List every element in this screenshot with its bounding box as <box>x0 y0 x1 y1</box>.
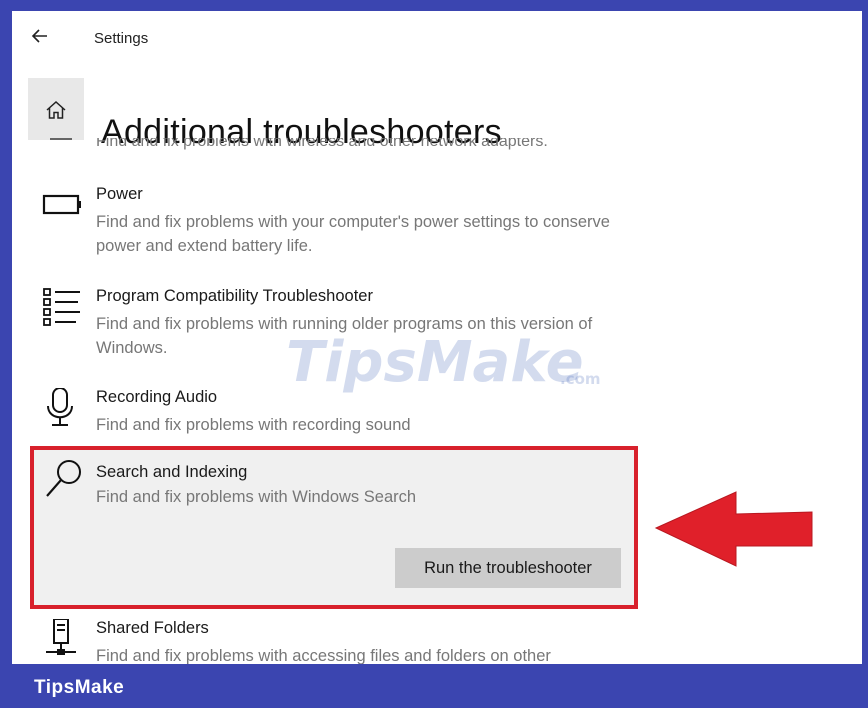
item-name: Power <box>96 185 143 203</box>
search-icon <box>43 457 87 501</box>
item-description: Find and fix problems with your computer… <box>96 213 610 255</box>
troubleshooter-item-shared-folders[interactable]: Shared Folders Find and fix problems wit… <box>40 619 640 665</box>
item-description: Find and fix problems with recording sou… <box>96 416 411 434</box>
microphone-icon <box>40 387 84 432</box>
battery-icon <box>40 185 84 229</box>
run-troubleshooter-button[interactable]: Run the troubleshooter <box>395 548 621 588</box>
troubleshooter-item-recording-audio[interactable]: Recording Audio Find and fix problems wi… <box>40 387 640 440</box>
back-arrow-icon[interactable] <box>30 26 58 50</box>
item-description: Find and fix problems with Windows Searc… <box>96 488 417 506</box>
troubleshooter-item-program-compatibility[interactable]: Program Compatibility Troubleshooter Fin… <box>40 287 640 367</box>
list-item-network-adapter-clipped[interactable]: Find and fix problems with wireless and … <box>40 138 660 154</box>
item-name: Recording Audio <box>96 388 218 406</box>
app-title: Settings <box>94 30 149 47</box>
item-name: Shared Folders <box>96 619 209 637</box>
shared-folder-icon <box>40 619 84 663</box>
item-description: Find and fix problems with wireless and … <box>96 138 548 150</box>
item-description: Find and fix problems with accessing fil… <box>96 647 551 665</box>
footer-brand: TipsMake <box>34 677 125 698</box>
troubleshooter-item-power[interactable]: Power Find and fix problems with your co… <box>40 185 640 265</box>
annotation-arrow-icon <box>654 491 813 567</box>
item-name: Search and Indexing <box>96 463 248 481</box>
home-icon <box>46 100 66 119</box>
list-icon <box>40 287 84 331</box>
footer-bar: TipsMake <box>0 664 868 708</box>
network-icon <box>50 138 72 140</box>
item-description: Find and fix problems with running older… <box>96 315 593 357</box>
home-button[interactable] <box>28 78 84 140</box>
item-name: Program Compatibility Troubleshooter <box>96 287 373 305</box>
troubleshooter-item-search-indexing[interactable]: Search and Indexing Find and fix problem… <box>30 446 638 609</box>
